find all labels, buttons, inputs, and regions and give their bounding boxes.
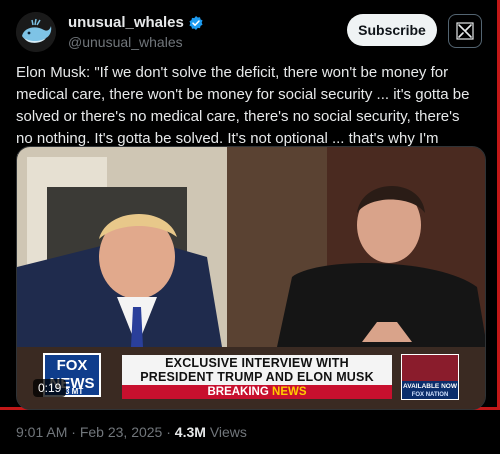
meta-separator: · <box>71 424 80 440</box>
author-name-row: unusual_whales <box>68 14 204 31</box>
whale-logo-icon <box>16 12 56 52</box>
fox-nation-badge: AVAILABLE NOW FOX NATION <box>401 354 459 400</box>
verified-badge-icon <box>189 15 203 30</box>
tweet-meta: 9:01 AM · Feb 23, 2025 · 4.3M Views <box>16 424 247 440</box>
grok-icon <box>456 22 474 40</box>
time-zone-label: 3 MT <box>65 387 84 396</box>
views-label: Views <box>209 424 247 440</box>
tweet-time[interactable]: 9:01 AM <box>16 424 67 440</box>
breaking-label: BREAKING <box>207 386 269 398</box>
tweet-date[interactable]: Feb 23, 2025 <box>80 424 163 440</box>
grok-button[interactable] <box>448 14 482 48</box>
chyron-headline-line2: PRESIDENT TRUMP AND ELON MUSK <box>140 370 374 384</box>
tweet-header: unusual_whales @unusual_whales Subscribe <box>16 10 484 52</box>
subscribe-button[interactable]: Subscribe <box>347 14 437 46</box>
badge-brand-text: FOX NATION <box>411 392 449 398</box>
fox-logo-line1: FOX <box>56 357 88 374</box>
video-timecode: 0:19 <box>33 379 67 397</box>
author-handle[interactable]: @unusual_whales <box>68 34 183 50</box>
chyron-headline-line1: EXCLUSIVE INTERVIEW WITH <box>165 356 349 370</box>
news-label: NEWS <box>272 386 307 398</box>
avatar[interactable] <box>16 12 56 52</box>
badge-available-text: AVAILABLE NOW <box>403 383 457 390</box>
views-count: 4.3M <box>174 424 206 440</box>
author-display-name[interactable]: unusual_whales <box>68 14 184 31</box>
breaking-news-bar: BREAKING NEWS <box>122 385 392 399</box>
badge-artwork <box>402 355 458 381</box>
meta-separator: · <box>166 424 175 440</box>
video-player[interactable]: FOX NEWS EXCLUSIVE INTERVIEW WITH PRESID… <box>16 146 486 410</box>
